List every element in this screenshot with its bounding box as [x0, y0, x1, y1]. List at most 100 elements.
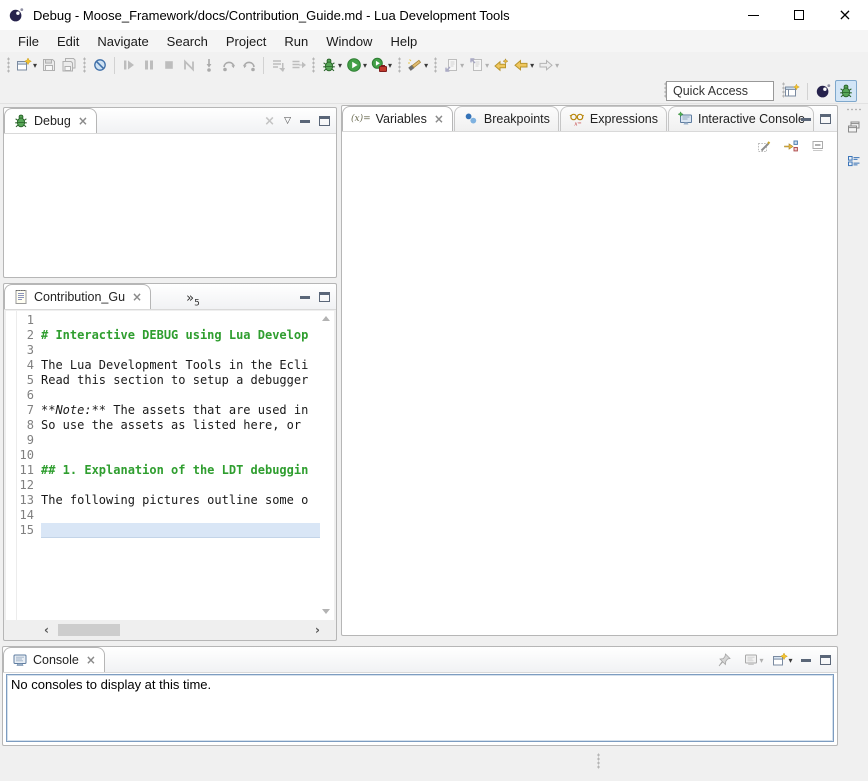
line-number[interactable]: 5 [17, 373, 41, 388]
next-annotation-button[interactable]: ▾ [441, 54, 466, 76]
editor-line-11[interactable]: 11## 1. Explanation of the LDT debuggin [17, 463, 320, 478]
back-dropdown-icon[interactable]: ▾ [530, 61, 534, 70]
variables-view-maximize-button[interactable] [820, 114, 831, 124]
drop-to-frame-button[interactable] [268, 54, 288, 76]
variables-view-minimize-button[interactable] [801, 118, 811, 121]
run-dropdown-icon[interactable]: ▾ [363, 61, 367, 70]
outline-view-button[interactable] [844, 151, 864, 171]
open-console-dropdown-icon[interactable]: ▾ [789, 656, 793, 665]
console-body[interactable]: No consoles to display at this time. [6, 674, 834, 742]
search-dropdown-icon[interactable]: ▾ [424, 61, 428, 70]
menu-run[interactable]: Run [275, 32, 317, 51]
line-number[interactable]: 6 [17, 388, 41, 403]
scroll-left-icon[interactable]: ‹ [44, 623, 49, 637]
menu-edit[interactable]: Edit [48, 32, 88, 51]
debug-view-maximize-button[interactable] [319, 116, 330, 126]
disconnect-button[interactable] [179, 54, 199, 76]
annotation-ruler[interactable] [6, 311, 17, 620]
skip-all-breakpoints-button[interactable] [90, 54, 110, 76]
menu-help[interactable]: Help [381, 32, 426, 51]
tab-contribution-guide[interactable]: Contribution_Gu × [4, 284, 151, 309]
editor-tab-close-icon[interactable]: × [132, 290, 142, 304]
more-editors-chevron[interactable]: »5 [186, 291, 200, 309]
tab-expressions[interactable]: x=Expressions [560, 106, 667, 131]
minimize-window-button[interactable] [730, 0, 776, 30]
last-edit-location-button[interactable] [491, 54, 511, 76]
tab-variables[interactable]: (x)=Variables× [342, 106, 453, 131]
scrollbar-thumb[interactable] [58, 624, 120, 636]
debug-dropdown-icon[interactable]: ▾ [338, 61, 342, 70]
new-button[interactable]: ▾ [14, 54, 39, 76]
editor-line-8[interactable]: 8So use the assets as listed here, or [17, 418, 320, 433]
editor-line-7[interactable]: 7**Note:** The assets that are used in [17, 403, 320, 418]
editor-line-9[interactable]: 9 [17, 433, 320, 448]
console-maximize-button[interactable] [820, 655, 831, 665]
show-type-names-button[interactable] [754, 136, 774, 156]
tab-interactive-console[interactable]: Interactive Console [668, 106, 814, 131]
open-perspective-button[interactable] [782, 80, 802, 102]
editor-line-1[interactable]: 1 [17, 313, 320, 328]
next-annotation-dropdown-icon[interactable]: ▾ [460, 61, 464, 70]
tab-breakpoints[interactable]: Breakpoints [454, 106, 559, 131]
debug-view-menu-button[interactable]: ▽ [284, 116, 291, 126]
tab-console[interactable]: Console × [3, 647, 105, 672]
editor-line-15[interactable]: 15 [17, 523, 320, 538]
forward-dropdown-icon[interactable]: ▾ [555, 61, 559, 70]
show-logical-structure-button[interactable] [781, 136, 801, 156]
tab-close-icon[interactable]: × [434, 112, 444, 126]
debug-button[interactable]: ▾ [319, 54, 344, 76]
line-number[interactable]: 2 [17, 328, 41, 343]
step-return-button[interactable] [239, 54, 259, 76]
run-external-tools-button[interactable]: ▾ [369, 54, 394, 76]
editor-maximize-button[interactable] [319, 292, 330, 302]
editor-scroll-down-icon[interactable] [322, 609, 330, 614]
back-button[interactable]: ▾ [511, 54, 536, 76]
previous-annotation-button[interactable]: ▾ [466, 54, 491, 76]
editor-line-3[interactable]: 3 [17, 343, 320, 358]
line-number[interactable]: 11 [17, 463, 41, 478]
display-selected-console-dropdown-icon[interactable]: ▾ [760, 656, 764, 665]
terminate-button[interactable] [159, 54, 179, 76]
line-number[interactable]: 7 [17, 403, 41, 418]
line-number[interactable]: 8 [17, 418, 41, 433]
restore-minimized-view-button[interactable] [844, 117, 864, 137]
display-selected-console-button[interactable]: ▾ [743, 650, 763, 670]
debug-perspective-button[interactable] [835, 80, 857, 102]
menu-search[interactable]: Search [158, 32, 217, 51]
step-over-button[interactable] [219, 54, 239, 76]
editor-line-5[interactable]: 5Read this section to setup a debugger [17, 373, 320, 388]
step-into-button[interactable] [199, 54, 219, 76]
menu-file[interactable]: File [9, 32, 48, 51]
close-window-button[interactable]: × [822, 0, 868, 30]
resume-button[interactable] [119, 54, 139, 76]
editor-horizontal-scrollbar[interactable]: ‹ › [44, 623, 320, 637]
pin-console-button[interactable] [714, 650, 734, 670]
editor-text-area[interactable]: 12# Interactive DEBUG using Lua Develop3… [17, 313, 320, 618]
remove-all-terminated-button[interactable]: × [264, 114, 275, 129]
menu-window[interactable]: Window [317, 32, 381, 51]
editor-line-12[interactable]: 12 [17, 478, 320, 493]
debug-view-minimize-button[interactable] [300, 120, 310, 123]
scroll-right-icon[interactable]: › [315, 623, 320, 637]
tab-console-close-icon[interactable]: × [86, 653, 96, 667]
line-number[interactable]: 4 [17, 358, 41, 373]
editor-line-13[interactable]: 13The following pictures outline some o [17, 493, 320, 508]
tab-debug-close-icon[interactable]: × [78, 114, 88, 128]
use-step-filters-button[interactable] [288, 54, 308, 76]
save-button[interactable] [39, 54, 59, 76]
run-button[interactable]: ▾ [344, 54, 369, 76]
line-number[interactable]: 15 [17, 523, 41, 538]
line-number[interactable]: 1 [17, 313, 41, 328]
line-number[interactable]: 9 [17, 433, 41, 448]
line-number[interactable]: 14 [17, 508, 41, 523]
editor-minimize-button[interactable] [300, 296, 310, 299]
previous-annotation-dropdown-icon[interactable]: ▾ [485, 61, 489, 70]
menu-navigate[interactable]: Navigate [88, 32, 157, 51]
open-console-button[interactable]: ▾ [772, 650, 792, 670]
quick-access-input[interactable] [666, 81, 774, 101]
save-all-button[interactable] [59, 54, 79, 76]
forward-button[interactable]: ▾ [536, 54, 561, 76]
menu-project[interactable]: Project [217, 32, 275, 51]
line-number[interactable]: 3 [17, 343, 41, 358]
lua-perspective-button[interactable] [813, 80, 833, 102]
